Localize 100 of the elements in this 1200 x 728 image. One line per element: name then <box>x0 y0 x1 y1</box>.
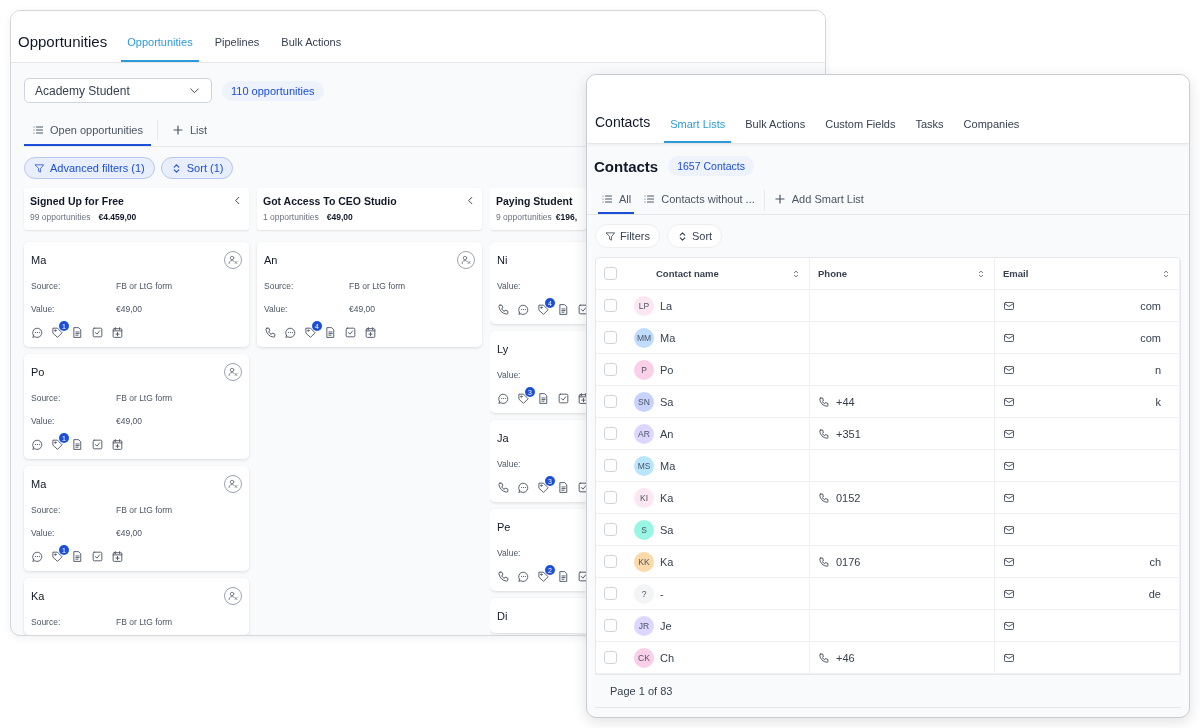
nav-tab[interactable]: Pipelines <box>208 36 266 62</box>
assign-button[interactable] <box>224 475 242 493</box>
field-label: Value: <box>264 304 289 314</box>
document-icon[interactable] <box>557 481 570 494</box>
chat-bubble-icon[interactable] <box>517 303 530 316</box>
column-header[interactable]: Contact name <box>656 268 719 279</box>
filter-button[interactable]: Filters <box>595 224 660 248</box>
chat-bubble-icon[interactable] <box>284 326 297 339</box>
document-icon[interactable] <box>557 303 570 316</box>
smart-list-tab[interactable]: All <box>598 193 635 214</box>
check-square-icon[interactable] <box>91 438 104 451</box>
contact-name[interactable]: Sa <box>660 395 674 408</box>
contact-name[interactable]: Po <box>660 363 674 376</box>
checkbox[interactable] <box>604 459 617 472</box>
chat-bubble-icon[interactable] <box>31 550 44 563</box>
sort-button[interactable]: Sort (1) <box>160 157 234 179</box>
document-icon[interactable] <box>537 392 550 405</box>
sort-button[interactable]: Sort <box>666 224 723 248</box>
nav-tab[interactable]: Custom Fields <box>819 118 902 143</box>
column-header[interactable]: Phone <box>818 268 848 279</box>
tag-icon[interactable] <box>304 326 317 339</box>
contact-name[interactable]: Sa <box>660 523 674 536</box>
avatar: JR <box>634 615 654 636</box>
tag-icon[interactable] <box>537 303 550 316</box>
mail-icon <box>1003 651 1015 664</box>
document-icon[interactable] <box>557 570 570 583</box>
chat-bubble-icon[interactable] <box>31 438 44 451</box>
checkbox[interactable] <box>604 395 617 408</box>
filter-icon <box>605 230 616 242</box>
checkbox[interactable] <box>604 619 617 632</box>
contact-name[interactable]: Ka <box>660 555 674 568</box>
stage-total: €196, <box>555 212 578 222</box>
sort-icon[interactable] <box>976 268 986 279</box>
stage-count: 1 opportunities <box>263 212 319 222</box>
checkbox[interactable] <box>604 427 617 440</box>
tag-icon[interactable] <box>517 392 530 405</box>
chat-bubble-icon[interactable] <box>517 481 530 494</box>
assign-button[interactable] <box>224 363 242 381</box>
filter-button[interactable]: Advanced filters (1) <box>24 157 155 179</box>
nav-tab[interactable]: Bulk Actions <box>739 118 812 143</box>
checkbox[interactable] <box>604 651 617 664</box>
contact-name[interactable]: An <box>660 427 674 440</box>
phone-icon[interactable] <box>497 570 510 583</box>
check-square-icon[interactable] <box>557 392 570 405</box>
phone-icon[interactable] <box>264 326 277 339</box>
sort-icon[interactable] <box>791 268 801 279</box>
column-header[interactable]: Email <box>1003 268 1029 279</box>
chat-bubble-icon[interactable] <box>517 570 530 583</box>
avatar: MS <box>634 455 654 476</box>
checkbox[interactable] <box>604 587 617 600</box>
contact-name[interactable]: Ka <box>660 491 674 504</box>
chat-bubble-icon[interactable] <box>497 392 510 405</box>
chat-bubble-icon[interactable] <box>31 326 44 339</box>
opportunity-card[interactable]: Ka Source: FB or LtG form <box>24 578 249 635</box>
calendar-plus-icon[interactable] <box>111 326 124 339</box>
checkbox[interactable] <box>604 331 617 344</box>
contact-name[interactable]: Ch <box>660 651 675 664</box>
assign-button[interactable] <box>224 251 242 269</box>
stage-count: 9 opportunities <box>496 212 552 222</box>
tag-icon[interactable] <box>537 481 550 494</box>
phone-number: +46 <box>836 651 855 664</box>
check-square-icon[interactable] <box>91 550 104 563</box>
assign-button[interactable] <box>224 587 242 605</box>
opportunity-card[interactable]: Di <box>490 598 586 633</box>
checkbox[interactable] <box>604 267 617 280</box>
document-icon[interactable] <box>71 326 84 339</box>
phone-icon[interactable] <box>497 481 510 494</box>
sort-icon[interactable] <box>1161 268 1171 279</box>
tag-icon[interactable] <box>537 570 550 583</box>
tag-icon[interactable] <box>51 550 64 563</box>
tag-icon[interactable] <box>51 326 64 339</box>
check-square-icon[interactable] <box>91 326 104 339</box>
contact-name[interactable]: Ma <box>660 331 676 344</box>
nav-tab[interactable]: Companies <box>957 118 1026 143</box>
document-icon[interactable] <box>71 550 84 563</box>
view-tab[interactable]: Open opportunities <box>24 124 151 146</box>
calendar-plus-icon[interactable] <box>111 438 124 451</box>
checkbox[interactable] <box>604 299 617 312</box>
document-icon[interactable] <box>71 438 84 451</box>
view-tab[interactable]: List <box>163 124 216 146</box>
check-square-icon[interactable] <box>344 326 357 339</box>
checkbox[interactable] <box>604 363 617 376</box>
checkbox[interactable] <box>604 523 617 536</box>
checkbox[interactable] <box>604 555 617 568</box>
smart-list-tab[interactable]: Contacts without ... <box>640 193 758 214</box>
calendar-plus-icon[interactable] <box>111 550 124 563</box>
smart-list-tab[interactable]: Add Smart List <box>770 193 867 214</box>
contact-name[interactable]: La <box>660 299 673 312</box>
nav-tab[interactable]: Tasks <box>909 118 950 143</box>
pipeline-select[interactable]: Academy Student <box>24 78 212 103</box>
calendar-plus-icon[interactable] <box>364 326 377 339</box>
contact-name[interactable]: Je <box>660 619 672 632</box>
phone-icon[interactable] <box>497 303 510 316</box>
contact-name[interactable]: Ma <box>660 459 676 472</box>
nav-tab[interactable]: Bulk Actions <box>275 36 348 62</box>
email-address: ch <box>1149 555 1162 568</box>
assign-button[interactable] <box>457 251 475 269</box>
tag-icon[interactable] <box>51 438 64 451</box>
checkbox[interactable] <box>604 491 617 504</box>
document-icon[interactable] <box>324 326 337 339</box>
